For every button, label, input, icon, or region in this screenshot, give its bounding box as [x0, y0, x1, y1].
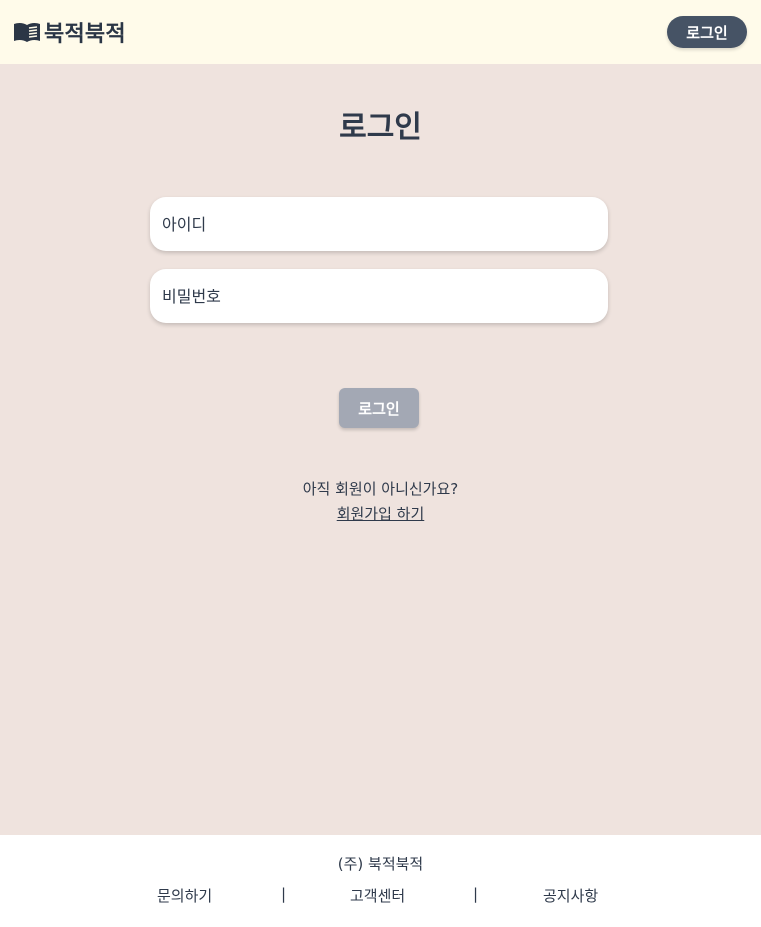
brand-name: 북적북적 — [44, 22, 126, 47]
login-page: 북적북적 로그인 로그인 로그인 아직 회원이 아니신가요? 회원가입 하기 (… — [0, 0, 761, 927]
signup-link[interactable]: 회원가입 하기 — [337, 505, 425, 523]
page-title: 로그인 — [339, 110, 422, 145]
id-input[interactable] — [150, 197, 608, 251]
login-main: 로그인 로그인 아직 회원이 아니신가요? 회원가입 하기 — [0, 64, 761, 835]
footer-links: 문의하기 | 고객센터 | 공지사항 — [0, 885, 761, 907]
signup-link-container: 회원가입 하기 — [0, 503, 761, 524]
footer-separator: | — [281, 885, 287, 903]
footer-link-customer-center[interactable]: 고객센터 — [350, 885, 405, 906]
footer-link-notice[interactable]: 공지사항 — [543, 885, 598, 906]
signup-prompt: 아직 회원이 아니신가요? — [302, 480, 459, 498]
site-footer: (주) 북적북적 문의하기 | 고객센터 | 공지사항 — [0, 835, 761, 927]
password-input[interactable] — [150, 269, 608, 323]
login-submit-button[interactable]: 로그인 — [339, 388, 419, 428]
site-header: 북적북적 로그인 — [0, 0, 761, 64]
open-book-icon — [12, 21, 42, 43]
footer-separator: | — [473, 885, 479, 903]
brand-logo[interactable]: 북적북적 — [12, 16, 126, 48]
footer-link-inquiry[interactable]: 문의하기 — [157, 885, 212, 906]
header-login-button[interactable]: 로그인 — [667, 16, 747, 48]
company-name: (주) 북적북적 — [337, 855, 424, 873]
